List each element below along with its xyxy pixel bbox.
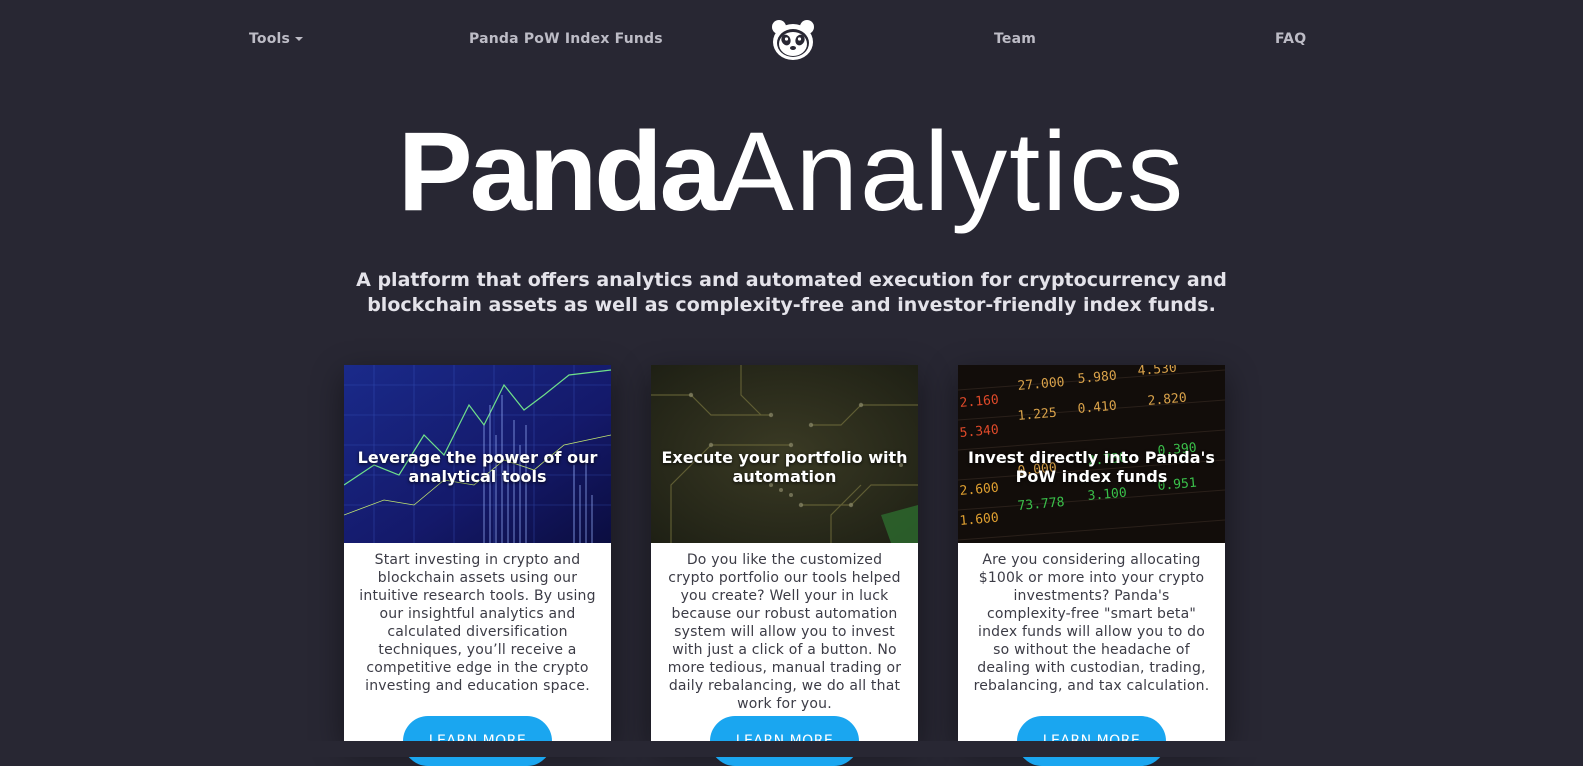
card-analytics-heading: Leverage the power of our analytical too…: [357, 448, 598, 486]
card-automation: Execute your portfolio with automation D…: [651, 365, 918, 766]
nav-faq-link[interactable]: FAQ: [1275, 31, 1306, 47]
hero-title-light: Analytics: [718, 109, 1186, 234]
nav-tools-dropdown[interactable]: Tools: [249, 31, 304, 47]
card-automation-heading: Execute your portfolio with automation: [661, 448, 908, 486]
card-analytics-text: Start investing in crypto and blockchain…: [359, 552, 596, 694]
caret-down-icon: [295, 37, 304, 41]
nav-team-link[interactable]: Team: [994, 31, 1036, 47]
card-automation-text: Do you like the customized crypto portfo…: [667, 552, 902, 712]
hero-title: PandaAnalytics: [0, 102, 1583, 242]
card-index-funds-text: Are you considering allocating $100k or …: [973, 552, 1210, 694]
nav-tools-label: Tools: [249, 31, 291, 47]
hero-subtitle: A platform that offers analytics and aut…: [356, 269, 1227, 316]
top-nav: Tools Panda PoW Index Funds Team FAQ: [0, 0, 1583, 80]
card-index-funds: 2.160 27.000 5.980 4.530 5.340 1.225 0.4…: [958, 365, 1225, 766]
card-automation-image: Execute your portfolio with automation: [651, 365, 918, 543]
card-analytics-image: Leverage the power of our analytical too…: [344, 365, 611, 543]
page-bottom-band: [0, 741, 1583, 757]
card-analytics: Leverage the power of our analytical too…: [344, 365, 611, 766]
nav-index-funds-link[interactable]: Panda PoW Index Funds: [469, 31, 663, 47]
panda-logo-icon[interactable]: [771, 19, 815, 61]
hero-title-bold: Panda: [397, 109, 722, 234]
card-index-funds-image: 2.160 27.000 5.980 4.530 5.340 1.225 0.4…: [958, 365, 1225, 543]
card-index-funds-heading: Invest directly into Panda's PoW index f…: [968, 448, 1215, 486]
